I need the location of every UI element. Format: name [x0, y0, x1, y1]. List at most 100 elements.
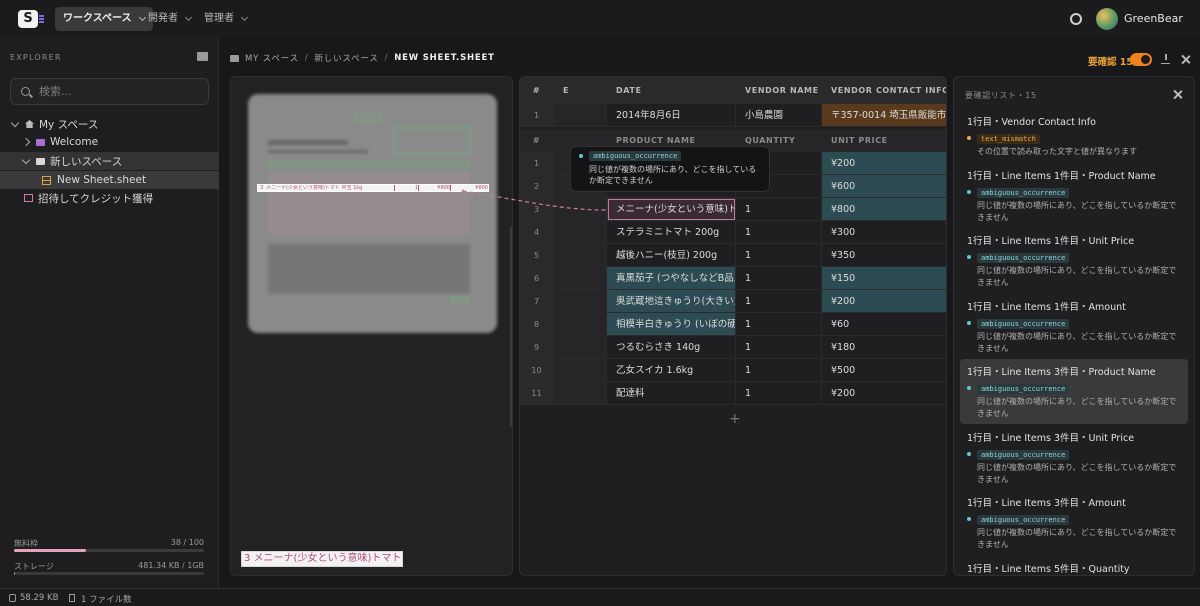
- cell-product-name[interactable]: 配達料: [607, 382, 736, 405]
- cell-unit-price[interactable]: ¥200: [822, 290, 946, 313]
- tree-item-new-space[interactable]: 新しいスペース: [0, 152, 219, 170]
- cell[interactable]: [554, 221, 607, 244]
- cell-product-name[interactable]: 越後ハニー(枝豆) 200g: [607, 244, 736, 267]
- theme-toggle-sun-icon[interactable]: [1070, 13, 1082, 25]
- cell-unit-price[interactable]: ¥60: [822, 313, 946, 336]
- cell[interactable]: [554, 104, 607, 127]
- cell-unit-price[interactable]: ¥500: [822, 359, 946, 382]
- username[interactable]: GreenBear: [1124, 12, 1183, 25]
- app-logo[interactable]: S: [18, 10, 44, 28]
- status-dot: [967, 136, 971, 140]
- cell-quantity[interactable]: 1: [736, 198, 822, 221]
- cell[interactable]: [554, 382, 607, 405]
- highlighted-line[interactable]: 3 メニーナ(少女という意味)トマト 中玉 1kg 1 ¥800 ¥800: [257, 184, 489, 192]
- cell-unit-price[interactable]: ¥200: [822, 152, 946, 175]
- review-item[interactable]: 1行目・Line Items 3件目・Amount ambiguous_occur…: [960, 490, 1188, 555]
- breadcrumb-item-new-space[interactable]: 新しいスペース: [314, 52, 378, 64]
- review-item[interactable]: 1行目・Line Items 3件目・Unit Price ambiguous_o…: [960, 425, 1188, 490]
- cell-product-name[interactable]: 真黒茄子 (つやなしなどB品入り): [607, 267, 736, 290]
- cell-product-name[interactable]: 乙女スイカ 1.6kg: [607, 359, 736, 382]
- nav-admin-label: 管理者: [204, 13, 234, 24]
- table-row[interactable]: 5 越後ハニー(枝豆) 200g 1 ¥350: [520, 244, 946, 267]
- search-box[interactable]: [10, 78, 209, 105]
- row-number: 9: [520, 336, 554, 359]
- table-row[interactable]: 7 奥武蔵地這きゅうり(大きい方) 31¥200: [520, 290, 946, 313]
- table-row[interactable]: 8 相模半白きゅうり (いぼの硬い方)1¥60: [520, 313, 946, 336]
- nav-workspace[interactable]: ワークスペース: [55, 7, 153, 31]
- cell-quantity[interactable]: 1: [736, 382, 822, 405]
- cell[interactable]: [554, 267, 607, 290]
- preview-scrollbar[interactable]: [510, 227, 512, 427]
- cell-vendor-contact[interactable]: 〒357-0014 埼玉県飯能市平松: [822, 104, 946, 127]
- cell-unit-price[interactable]: ¥600: [822, 175, 946, 198]
- close-icon[interactable]: [1181, 55, 1190, 64]
- table-row[interactable]: 9 つるむらさき 140g 1 ¥180: [520, 336, 946, 359]
- search-input[interactable]: [39, 83, 199, 100]
- tree-label-invite: 招待してクレジット獲得: [38, 192, 154, 205]
- cell-quantity[interactable]: 1: [736, 290, 822, 313]
- review-item[interactable]: 1行目・Line Items 5件目・Quantityambiguous_occ…: [960, 556, 1188, 575]
- cell-unit-price[interactable]: ¥200: [822, 382, 946, 405]
- cell-quantity[interactable]: 1: [736, 244, 822, 267]
- cell-quantity[interactable]: 1: [736, 336, 822, 359]
- cell-unit-price[interactable]: ¥300: [822, 221, 946, 244]
- nav-developer[interactable]: 開発者: [140, 7, 199, 31]
- tree-item-invite[interactable]: 招待してクレジット獲得: [0, 189, 219, 207]
- table-row[interactable]: 11 配達料 1 ¥200: [520, 382, 946, 405]
- col-header-e[interactable]: E: [554, 77, 607, 104]
- cell-unit-price[interactable]: ¥150: [822, 267, 946, 290]
- new-folder-icon[interactable]: [197, 52, 208, 61]
- col-header-vendor-contact[interactable]: VENDOR CONTACT INFO: [822, 77, 946, 104]
- cell-product-name[interactable]: ステラミニトマト 200g: [607, 221, 736, 244]
- breadcrumb-item-my-space[interactable]: MY スペース: [245, 52, 299, 64]
- cell-quantity[interactable]: 1: [736, 221, 822, 244]
- document-preview[interactable]: 3 メニーナ(少女という意味)トマト 中玉 1kg 1 ¥800 ¥800 3 …: [230, 76, 513, 576]
- review-item[interactable]: 1行目・Line Items 3件目・Product Name ambiguous…: [960, 359, 1188, 424]
- table-row[interactable]: 6 真黒茄子 (つやなしなどB品入り)1¥150: [520, 267, 946, 290]
- cell[interactable]: [554, 290, 607, 313]
- cell-unit-price[interactable]: ¥180: [822, 336, 946, 359]
- cell-product-name[interactable]: つるむらさき 140g: [607, 336, 736, 359]
- close-icon[interactable]: [1173, 90, 1182, 99]
- cell-unit-price[interactable]: ¥800: [822, 198, 946, 221]
- cell-tooltip: ambiguous_occurrence 同じ値が複数の場所にあり、どこを指して…: [570, 146, 770, 192]
- preview-crop-thumbnail[interactable]: 3 メニーナ(少女という意味)トマト 中玉 1kg: [241, 551, 403, 567]
- cell-product-name[interactable]: 相模半白きゅうり (いぼの硬い方): [607, 313, 736, 336]
- cell-product-name[interactable]: メニーナ(少女という意味)トマト: [607, 198, 736, 221]
- tree-item-my-space[interactable]: My スペース: [0, 115, 219, 133]
- review-item[interactable]: 1行目・Vendor Contact Info text_mismatch その位置…: [960, 109, 1188, 163]
- review-toggle[interactable]: [1130, 53, 1152, 66]
- subheader-unit-price[interactable]: UNIT PRICE: [822, 129, 946, 152]
- cell[interactable]: [554, 359, 607, 382]
- review-item[interactable]: 1行目・Line Items 1件目・Amount ambiguous_occur…: [960, 294, 1188, 359]
- cell-vendor-name[interactable]: 小島農園: [736, 104, 822, 127]
- cell-quantity[interactable]: 1: [736, 267, 822, 290]
- col-header-date[interactable]: DATE: [607, 77, 736, 104]
- cell[interactable]: [554, 198, 607, 221]
- avatar[interactable]: [1096, 8, 1118, 30]
- tree-item-welcome[interactable]: Welcome: [0, 133, 219, 151]
- status-dot: [967, 190, 971, 194]
- tree-item-new-sheet[interactable]: New Sheet.sheet: [0, 171, 219, 189]
- table-row[interactable]: 4 ステラミニトマト 200g 1 ¥300: [520, 221, 946, 244]
- cell-quantity[interactable]: 1: [736, 359, 822, 382]
- cell[interactable]: [554, 244, 607, 267]
- cell[interactable]: [554, 313, 607, 336]
- cell-date[interactable]: 2014年8月6日: [607, 104, 736, 127]
- subheader-index: #: [520, 129, 554, 152]
- nav-admin[interactable]: 管理者: [196, 7, 255, 31]
- add-row-button[interactable]: +: [729, 411, 741, 427]
- review-item[interactable]: 1行目・Line Items 1件目・Unit Price ambiguous_o…: [960, 228, 1188, 293]
- review-item-tag: text_mismatch: [977, 134, 1040, 144]
- review-item[interactable]: 1行目・Line Items 1件目・Product Name ambiguous…: [960, 163, 1188, 228]
- cell-product-name[interactable]: 奥武蔵地這きゅうり(大きい方) 3: [607, 290, 736, 313]
- download-icon[interactable]: [1161, 54, 1170, 64]
- cell-quantity[interactable]: 1: [736, 313, 822, 336]
- table-row[interactable]: 1 2014年8月6日 小島農園 〒357-0014 埼玉県飯能市平松: [520, 104, 946, 127]
- cell-unit-price[interactable]: ¥350: [822, 244, 946, 267]
- table-row[interactable]: 10 乙女スイカ 1.6kg 1 ¥500: [520, 359, 946, 382]
- col-header-vendor-name[interactable]: VENDOR NAME: [736, 77, 822, 104]
- table-row[interactable]: 3 メニーナ(少女という意味)トマト1¥800: [520, 198, 946, 221]
- cell[interactable]: [554, 336, 607, 359]
- review-item-title: 1行目・Line Items 1件目・Unit Price: [967, 236, 1135, 247]
